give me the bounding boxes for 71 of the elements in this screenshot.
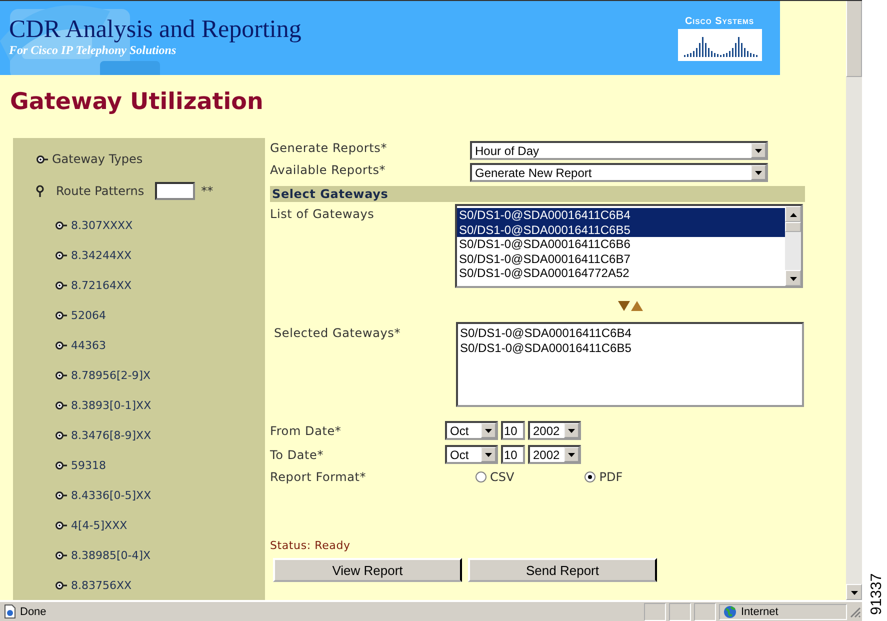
day-input-field[interactable]: 10 — [501, 445, 525, 464]
tree-item[interactable]: 8.3893[0-1]XX — [71, 398, 152, 412]
tree-item[interactable]: 8.4336[0-5]XX — [71, 488, 152, 502]
zone-label: Internet — [741, 606, 778, 618]
section-header: Select Gateways — [270, 186, 805, 202]
gateway-listbox[interactable]: S0/DS1-0@SDA00016411C6B4 S0/DS1-0@SDA00016411C6B5 S0/DS1-0@SDA00016411C6B6 S0/DS1-0@SDA00016411C6B7 S0/DS1-0@SDA000164772A52 — [455, 204, 803, 288]
pattern-input-field[interactable] — [155, 182, 196, 200]
caret-icon — [567, 451, 576, 458]
move-up-icon — [631, 300, 643, 312]
tree-item[interactable]: 59318 — [71, 458, 106, 472]
list-option[interactable]: S0/DS1-0@SDA000164772A52 — [457, 266, 785, 281]
tree-item[interactable]: Gateway Types — [52, 152, 143, 166]
list-option[interactable]: S0/DS1-0@SDA00016411C6B7 — [457, 252, 785, 266]
logo-text: Cisco Systems — [684, 16, 754, 27]
tree-item[interactable]: 8.78956[2-9]X — [71, 368, 151, 382]
caret-icon — [850, 588, 858, 596]
field-label: From Date* — [270, 423, 342, 438]
tree-item[interactable]: 8.3476[8-9]XX — [71, 428, 152, 442]
globe-icon — [723, 604, 737, 618]
list-option[interactable]: S0/DS1-0@SDA00016411C6B6 — [457, 237, 785, 252]
tree-item[interactable]: 8.72164XX — [71, 278, 132, 292]
status-message: Done — [20, 606, 46, 618]
selected-gateways-box[interactable]: S0/DS1-0@SDA00016411C6B4 S0/DS1-0@SDA00016411C6B5 — [456, 322, 804, 407]
report-button[interactable]: View Report — [273, 558, 462, 582]
caret-icon — [754, 147, 763, 154]
tree-item[interactable]: 8.307XXXX — [71, 218, 133, 232]
field-label: List of Gateways — [270, 206, 376, 221]
caret-icon — [788, 274, 798, 282]
year-dropdown[interactable]: 2002 — [528, 445, 581, 464]
year-dropdown[interactable]: 2002 — [528, 421, 581, 440]
field-label: Available Reports* — [270, 163, 387, 177]
figure-number: 91337 — [868, 573, 885, 615]
page-scrollbar[interactable] — [846, 1, 862, 600]
list-option[interactable]: S0/DS1-0@SDA00016411C6B5 — [457, 222, 785, 238]
month-dropdown[interactable]: Oct — [445, 445, 498, 464]
page-title: Gateway Utilization — [10, 89, 264, 117]
app-title: CDR Analysis and Reporting — [9, 17, 302, 43]
field-label: Selected Gateways* — [273, 325, 402, 340]
tree-item[interactable]: 4[4-5]XXX — [71, 518, 128, 532]
day-input-field[interactable]: 10 — [501, 421, 525, 440]
report-button[interactable]: Send Report — [468, 558, 657, 582]
field-label: To Date* — [270, 447, 325, 462]
status-text: Status: Ready — [270, 539, 352, 552]
required-note: ** — [201, 184, 214, 198]
caret-icon — [788, 210, 798, 218]
move-down-icon — [618, 300, 630, 312]
caret-icon — [484, 427, 493, 434]
tree-item[interactable]: 44363 — [71, 338, 106, 352]
tree-item[interactable]: 8.38985[0-4]X — [71, 548, 151, 562]
format-radio[interactable]: PDF — [584, 470, 623, 484]
tree-item[interactable]: 8.34244XX — [71, 248, 132, 262]
list-option[interactable]: S0/DS1-0@SDA00016411C6B4 — [457, 208, 785, 223]
field-label: Report Format* — [270, 470, 368, 484]
field-label: Generate Reports* — [270, 141, 388, 155]
format-radio[interactable]: CSV — [475, 470, 514, 484]
tree-item[interactable]: 52064 — [71, 308, 106, 322]
list-entry: S0/DS1-0@SDA00016411C6B4 — [460, 326, 632, 341]
tree-item[interactable]: 8.83756XX — [71, 578, 132, 592]
caret-icon — [567, 427, 576, 434]
month-dropdown[interactable]: Oct — [445, 421, 498, 440]
list-entry: S0/DS1-0@SDA00016411C6B5 — [460, 340, 632, 356]
scroll-thumb[interactable] — [785, 222, 801, 232]
report-dropdown[interactable]: Generate New Report — [470, 163, 768, 182]
report-dropdown[interactable]: Hour of Day — [470, 141, 768, 160]
scrollbar[interactable] — [785, 206, 801, 286]
scroll-thumb[interactable] — [846, 1, 862, 77]
caret-icon — [754, 169, 763, 176]
tree-item[interactable]: Route Patterns — [56, 184, 144, 198]
resize-grip-icon — [848, 605, 861, 618]
app-subtitle: For Cisco IP Telephony Solutions — [9, 43, 178, 57]
caret-icon — [484, 451, 493, 458]
